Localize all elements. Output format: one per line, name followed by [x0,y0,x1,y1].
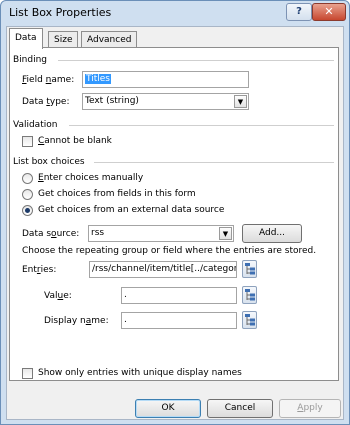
dialog-client: Data Size Advanced Binding Field name: T… [6,26,344,420]
value-xpath-picker-button[interactable] [242,286,257,304]
tab-advanced[interactable]: Advanced [81,31,138,48]
radio-external-source-label: Get choices from an external data source [38,205,225,215]
data-type-label: Data type: [22,97,70,107]
radio-enter-manually[interactable] [22,173,33,184]
choices-heading: List box choices [13,157,85,167]
tab-data[interactable]: Data [9,28,43,49]
entries-label: Entries: [22,265,57,275]
apply-button[interactable]: Apply [279,399,341,418]
tree-icon [245,263,255,275]
validation-heading: Validation [13,120,58,130]
entries-xpath-picker-button[interactable] [242,260,257,278]
window-title: List Box Properties [9,6,112,19]
help-button[interactable]: ? [286,3,312,21]
radio-from-form-fields[interactable] [22,189,33,200]
field-name-value: Titles [85,74,111,84]
value-label: Value: [44,291,72,301]
data-type-select[interactable]: Text (string) ▼ [82,93,249,110]
unique-display-names-checkbox[interactable] [22,368,33,379]
data-source-label: Data source: [22,229,80,239]
cannot-be-blank-checkbox[interactable] [22,136,33,147]
entries-input[interactable]: /rss/channel/item/title[../category [89,261,237,278]
radio-from-form-fields-label: Get choices from fields in this form [38,189,196,199]
chevron-down-icon: ▼ [219,227,232,240]
value-input[interactable]: . [121,287,237,304]
add-data-source-button[interactable]: Add... [242,224,302,243]
radio-enter-manually-label: Enter choices manually [38,173,144,183]
data-source-select[interactable]: rss ▼ [88,225,234,242]
close-button[interactable]: ✕ [312,3,346,21]
data-type-value: Text (string) [85,96,139,106]
tree-icon [245,314,255,326]
cannot-be-blank-label: Cannot be blank [38,136,112,146]
binding-divider [58,60,334,61]
unique-display-names-label: Show only entries with unique display na… [38,368,242,378]
radio-external-source[interactable] [22,205,33,216]
validation-divider [69,125,334,126]
tab-size[interactable]: Size [48,31,79,48]
cancel-button[interactable]: Cancel [207,399,273,418]
tree-icon [245,289,255,301]
display-name-xpath-picker-button[interactable] [242,311,257,329]
chevron-down-icon: ▼ [234,95,247,108]
data-source-value: rss [91,228,105,238]
display-name-input[interactable]: . [121,312,237,329]
binding-heading: Binding [13,55,48,65]
title-bar: List Box Properties ? ✕ [1,1,349,25]
display-name-label: Display name: [44,316,109,326]
data-tab-panel: Binding Field name: Titles Data type: Te… [9,47,339,381]
choices-divider [94,162,334,163]
ok-button[interactable]: OK [135,399,201,418]
dialog-window: List Box Properties ? ✕ Data Size Advanc… [0,0,350,425]
field-name-label: Field name: [22,75,75,85]
field-name-input[interactable]: Titles [82,71,249,88]
entries-instruction: Choose the repeating group or field wher… [22,246,317,256]
